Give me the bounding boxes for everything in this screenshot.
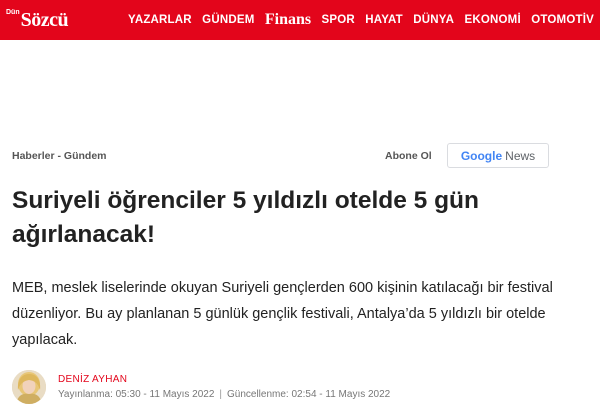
article-dates: Yayınlanma: 05:30 - 11 Mayıs 2022 | Güncel… bbox=[58, 389, 390, 400]
nav-item-ekonomi[interactable]: EKONOMİ bbox=[465, 14, 521, 26]
nav-item-finans[interactable]: Finans bbox=[265, 11, 311, 29]
nav-item-hayat[interactable]: HAYAT bbox=[365, 14, 403, 26]
nav-item-otomotiv[interactable]: OTOMOTİV bbox=[531, 14, 594, 26]
avatar-image-icon bbox=[12, 370, 46, 404]
updated-date: Güncellenme: 02:54 - 11 Mayıs 2022 bbox=[227, 389, 391, 400]
author-name[interactable]: DENİZ AYHAN bbox=[58, 374, 127, 385]
article-lead: MEB, meslek liselerinde okuyan Suriyeli … bbox=[12, 280, 553, 348]
google-logo-text: Google bbox=[460, 148, 503, 163]
author-box: DENİZ AYHAN Yayınlanma: 05:30 - 11 Mayıs… bbox=[12, 370, 592, 415]
logo-text: Sözcü bbox=[20, 8, 69, 31]
news-label: News bbox=[505, 148, 536, 163]
top-navigation-bar: DünSözcü YAZARLAR GÜNDEM Finans SPOR HAY… bbox=[0, 0, 600, 40]
subscribe-label: Abone Ol bbox=[385, 150, 432, 162]
published-date: Yayınlanma: 05:30 - 11 Mayıs 2022 bbox=[58, 389, 215, 400]
nav-item-dunya[interactable]: DÜNYA bbox=[413, 14, 454, 26]
date-separator: | bbox=[219, 389, 222, 400]
author-avatar[interactable] bbox=[12, 370, 46, 404]
nav-item-yazarlar[interactable]: YAZARLAR bbox=[128, 14, 192, 26]
sozcu-logo[interactable]: DünSözcü bbox=[6, 6, 69, 34]
nav-item-gundem[interactable]: GÜNDEM bbox=[202, 14, 254, 26]
nav-item-spor[interactable]: SPOR bbox=[321, 14, 354, 26]
article-title: Suriyeli öğrenciler 5 yıldızlı otelde 5 … bbox=[12, 187, 479, 248]
main-nav: YAZARLAR GÜNDEM Finans SPOR HAYAT DÜNYA … bbox=[128, 0, 594, 40]
google-news-button[interactable]: Google News bbox=[447, 143, 549, 168]
logo-small-text: Dün bbox=[6, 8, 20, 16]
breadcrumb[interactable]: Haberler - Gündem bbox=[12, 150, 107, 162]
